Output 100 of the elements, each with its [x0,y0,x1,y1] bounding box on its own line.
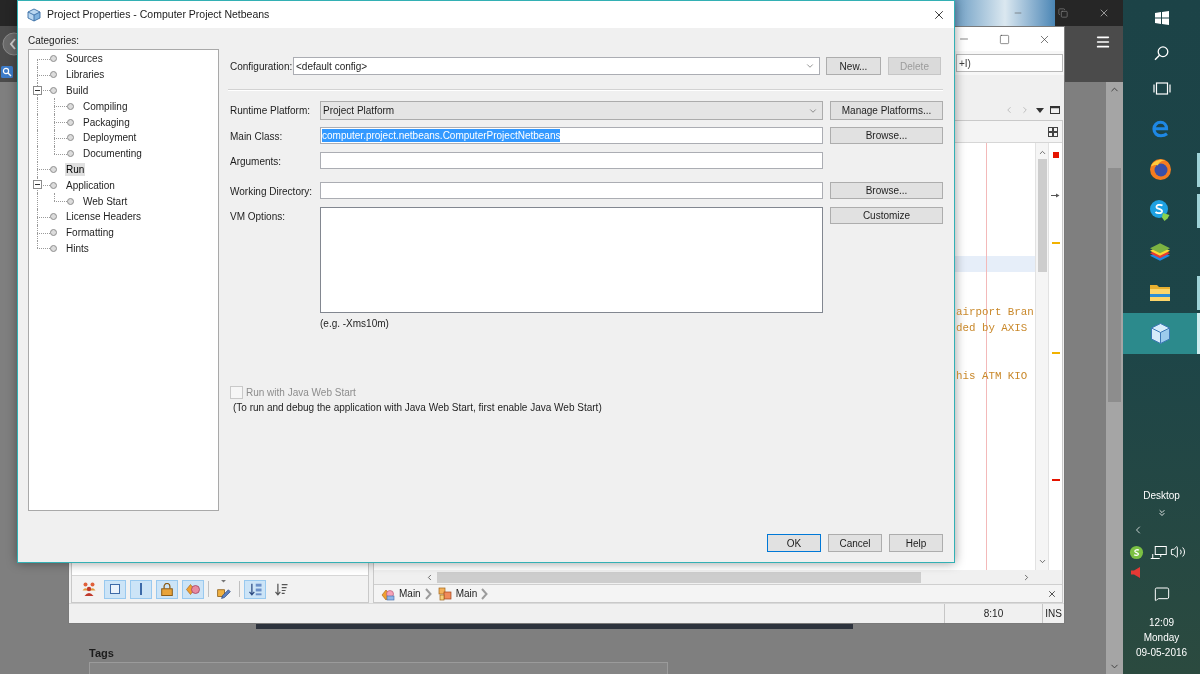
categories-label: Categories: [28,35,80,47]
s-logo-icon[interactable] [1129,544,1144,560]
square-icon [110,584,120,594]
scrollbar-thumb[interactable] [437,571,921,583]
caret-arrow-icon [1051,193,1060,198]
clock-date[interactable]: 09-05-2016 [1135,645,1188,660]
search-icon[interactable] [1154,45,1169,61]
scroll-down-icon[interactable] [1037,557,1047,566]
code-text: ded by AXIS [956,321,1028,336]
boxes-icon [437,586,452,601]
code-text: his ATM KIO [956,369,1028,384]
breadcrumb-link[interactable]: Main [455,586,478,601]
dropdown-field[interactable]: Project Platform [320,101,823,120]
category-item[interactable]: Formatting [65,226,115,240]
scrollbar-thumb[interactable] [1037,159,1047,272]
category-item[interactable]: Hints [65,241,90,255]
back-button[interactable] [0,30,17,58]
people-icon [82,582,96,596]
taskbar-app[interactable] [1123,313,1197,354]
category-item[interactable]: Compiling [82,99,129,113]
code-text: airport Bran [956,305,1034,320]
stacked-windows-icon[interactable] [1152,81,1171,95]
toolbar-toggle[interactable] [130,579,152,599]
field-label: Configuration: [230,59,293,74]
category-item[interactable]: Deployment [82,131,138,145]
notification-icon[interactable] [1153,586,1170,602]
network-icon[interactable] [1150,545,1167,559]
text-area-field[interactable] [320,207,823,313]
lock-icon [161,582,173,596]
collapse-icon[interactable] [33,180,42,190]
scroll-up-icon[interactable] [1037,148,1047,157]
category-item[interactable]: Packaging [82,115,131,129]
section-title: Tags [89,647,114,659]
browse-button[interactable]: Browse... [830,182,943,199]
breadcrumb-link[interactable]: Main [399,586,421,601]
scrollbar-thumb[interactable] [1108,168,1121,402]
maximize-icon[interactable] [1050,106,1060,114]
browse-button[interactable]: Browse... [830,127,943,144]
four-panes-icon[interactable] [1154,11,1169,25]
close-icon[interactable] [1047,588,1057,599]
restore-icon[interactable] [1058,8,1068,18]
speaker-icon[interactable] [1131,567,1140,578]
field-label: VM Options: [230,209,286,224]
new-button[interactable]: New... [826,57,881,75]
category-item[interactable]: License Headers [65,210,143,224]
sort-icon [248,582,262,596]
dropdown-caret-icon[interactable] [1036,107,1044,113]
hint-text: (e.g. -Xms10m) [320,318,389,330]
text-field[interactable] [320,152,823,169]
toolbar-toggle[interactable] [244,579,266,599]
chevrons-down-icon[interactable] [1156,508,1167,518]
category-item[interactable]: Application [65,178,116,192]
collapse-icon[interactable] [33,85,42,95]
breadcrumb-chevron-icon [424,587,432,600]
text-field[interactable] [320,182,823,199]
grid-icon[interactable] [1048,126,1058,137]
toolbar-toggle[interactable] [104,579,126,599]
clock-day[interactable]: Monday [1143,630,1180,645]
tags-input-field[interactable] [89,662,668,674]
field-label: Arguments: [230,154,282,169]
category-item[interactable]: Libraries [65,68,106,82]
menu-icon[interactable] [1095,34,1111,50]
globe-icon [1149,159,1171,180]
field-label: Working Directory: [230,184,313,199]
close-icon[interactable] [1098,7,1110,19]
help-button[interactable]: Help [889,534,943,552]
cube-icon [1150,323,1170,344]
shapes-icon [186,583,200,595]
customize-button[interactable]: Customize [830,207,943,224]
scroll-right-icon[interactable] [1022,572,1031,582]
category-item[interactable]: Build [65,84,90,97]
cancel-button[interactable]: Cancel [828,534,882,552]
dialog-title: Project Properties - Computer Project Netbeans [47,6,270,22]
category-item[interactable]: Run [65,162,86,176]
search-field[interactable]: +I) [956,54,1063,72]
category-item[interactable]: Sources [65,52,104,66]
sort-lines-icon [274,582,288,596]
pencil-icon [217,579,231,599]
letter-e-icon [1151,119,1169,138]
search-icon[interactable] [1,66,13,78]
manage-platforms-button[interactable]: Manage Platforms... [830,101,943,120]
layers-icon [1150,242,1170,261]
cube-icon [27,7,41,22]
toolbar-toggle[interactable] [182,579,204,599]
s-logo-icon [1150,200,1170,221]
volume-icon[interactable] [1170,544,1186,560]
ok-button[interactable]: OK [767,534,821,552]
chevron-down-icon [805,61,815,71]
breadcrumb-chevron-icon [481,587,489,600]
clock-time[interactable]: 12:09 [1149,615,1174,630]
checkbox-label: Run with Java Web Start [246,385,356,400]
desktop-label[interactable]: Desktop [1143,490,1180,502]
scroll-left-icon[interactable] [425,572,434,582]
insert-mode: INS [1045,607,1062,621]
category-item[interactable]: Documenting [82,147,143,161]
toolbar-toggle[interactable] [156,579,178,599]
category-item[interactable]: Web Start [82,194,129,208]
field-label: Main Class: [230,129,283,144]
cursor-position: 8:10 [983,607,1004,621]
dropdown-field[interactable]: <default config> [293,57,820,75]
